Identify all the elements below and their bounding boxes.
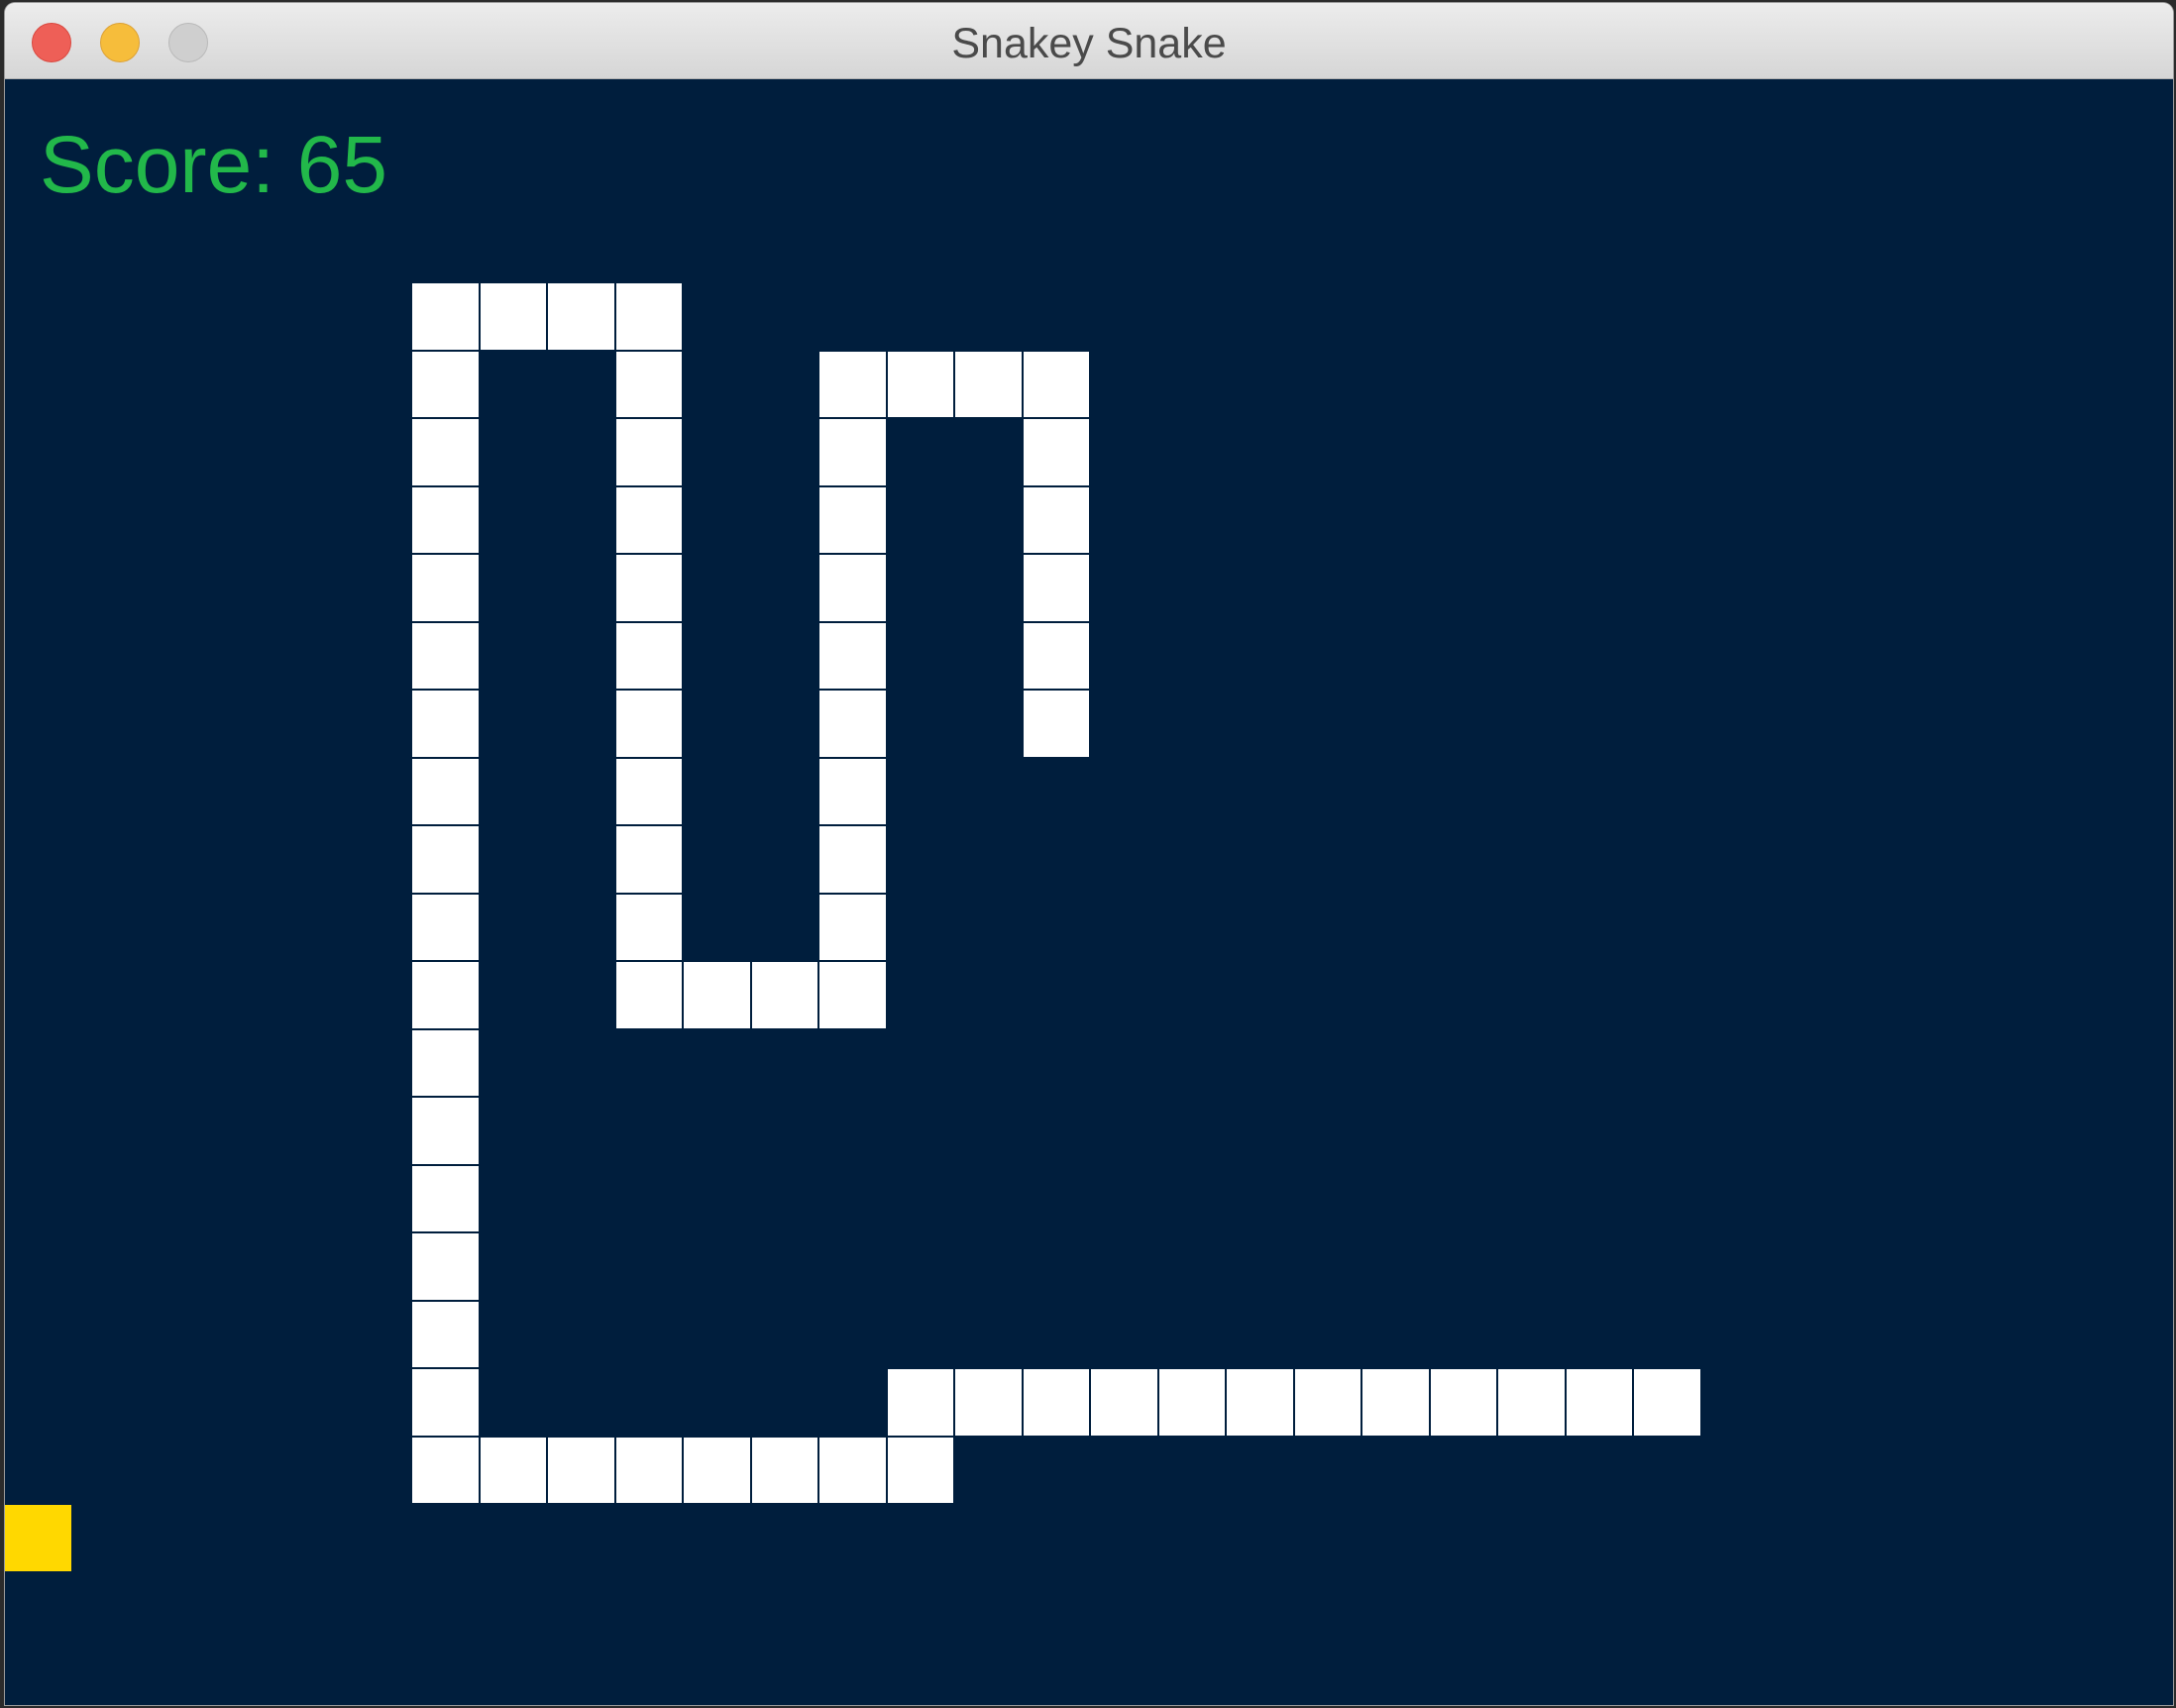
snake-segment bbox=[955, 1369, 1022, 1436]
snake-segment bbox=[412, 1233, 479, 1300]
snake-segment bbox=[1362, 1369, 1429, 1436]
snake-segment bbox=[819, 419, 886, 485]
snake-segment bbox=[887, 1369, 953, 1436]
snake-segment bbox=[1023, 622, 1089, 689]
snake-segment bbox=[1023, 351, 1089, 417]
snake-segment bbox=[819, 894, 886, 960]
snake-segment bbox=[887, 1437, 953, 1503]
game-window: Snakey Snake Score: 65 bbox=[5, 3, 2173, 1705]
snake-segment bbox=[412, 555, 479, 621]
score-value: 65 bbox=[296, 120, 388, 210]
snake-segment bbox=[819, 962, 886, 1028]
snake-segment bbox=[480, 1437, 546, 1503]
snake-segment bbox=[412, 351, 479, 417]
snake-segment bbox=[1430, 1369, 1496, 1436]
snake-segment bbox=[615, 758, 682, 824]
snake-segment bbox=[819, 555, 886, 621]
snake-segment bbox=[615, 691, 682, 757]
snake-segment bbox=[819, 351, 886, 417]
snake-segment bbox=[1023, 691, 1089, 757]
food-pellet bbox=[5, 1505, 71, 1571]
snake-segment bbox=[819, 486, 886, 553]
game-board[interactable]: Score: 65 bbox=[5, 79, 2173, 1705]
snake-segment bbox=[819, 758, 886, 824]
snake-segment bbox=[480, 283, 546, 350]
snake-segment bbox=[819, 691, 886, 757]
snake-segment bbox=[615, 962, 682, 1028]
snake-segment bbox=[615, 419, 682, 485]
snake-segment bbox=[412, 1301, 479, 1367]
snake-segment bbox=[887, 351, 953, 417]
snake-segment bbox=[412, 1098, 479, 1164]
snake-segment bbox=[819, 1437, 886, 1503]
score-display: Score: 65 bbox=[40, 121, 387, 210]
snake-segment bbox=[412, 894, 479, 960]
snake-segment bbox=[1634, 1369, 1700, 1436]
snake-segment bbox=[615, 283, 682, 350]
snake-segment bbox=[412, 826, 479, 893]
snake-segment bbox=[412, 962, 479, 1028]
snake-segment bbox=[412, 758, 479, 824]
snake-segment bbox=[751, 962, 817, 1028]
snake-segment bbox=[1023, 1369, 1089, 1436]
snake-segment bbox=[1023, 419, 1089, 485]
window-title: Snakey Snake bbox=[951, 20, 1227, 67]
snake-segment bbox=[615, 826, 682, 893]
snake-segment bbox=[751, 1437, 817, 1503]
snake-segment bbox=[684, 962, 750, 1028]
snake-segment bbox=[1023, 555, 1089, 621]
snake-segment bbox=[615, 894, 682, 960]
snake-segment bbox=[819, 622, 886, 689]
snake-segment bbox=[615, 622, 682, 689]
snake-segment bbox=[412, 622, 479, 689]
title-bar[interactable]: Snakey Snake bbox=[5, 3, 2173, 79]
snake-segment bbox=[412, 1029, 479, 1096]
snake-segment bbox=[412, 691, 479, 757]
snake-segment bbox=[615, 1437, 682, 1503]
snake-segment bbox=[548, 1437, 614, 1503]
snake-segment bbox=[1227, 1369, 1293, 1436]
snake-segment bbox=[955, 351, 1022, 417]
snake-segment bbox=[412, 486, 479, 553]
snake-segment bbox=[819, 826, 886, 893]
snake-segment bbox=[615, 555, 682, 621]
snake-segment bbox=[412, 419, 479, 485]
snake-segment bbox=[1158, 1369, 1225, 1436]
snake-segment bbox=[615, 486, 682, 553]
snake-segment bbox=[1023, 486, 1089, 553]
snake-segment bbox=[1091, 1369, 1157, 1436]
snake-segment bbox=[1294, 1369, 1360, 1436]
snake-segment bbox=[412, 283, 479, 350]
snake-segment bbox=[412, 1437, 479, 1503]
snake-segment bbox=[412, 1369, 479, 1436]
snake-segment bbox=[1566, 1369, 1632, 1436]
snake-segment bbox=[1498, 1369, 1565, 1436]
snake-segment bbox=[615, 351, 682, 417]
snake-segment bbox=[412, 1165, 479, 1231]
snake-segment bbox=[684, 1437, 750, 1503]
snake-segment bbox=[548, 283, 614, 350]
score-label: Score: bbox=[40, 120, 274, 210]
